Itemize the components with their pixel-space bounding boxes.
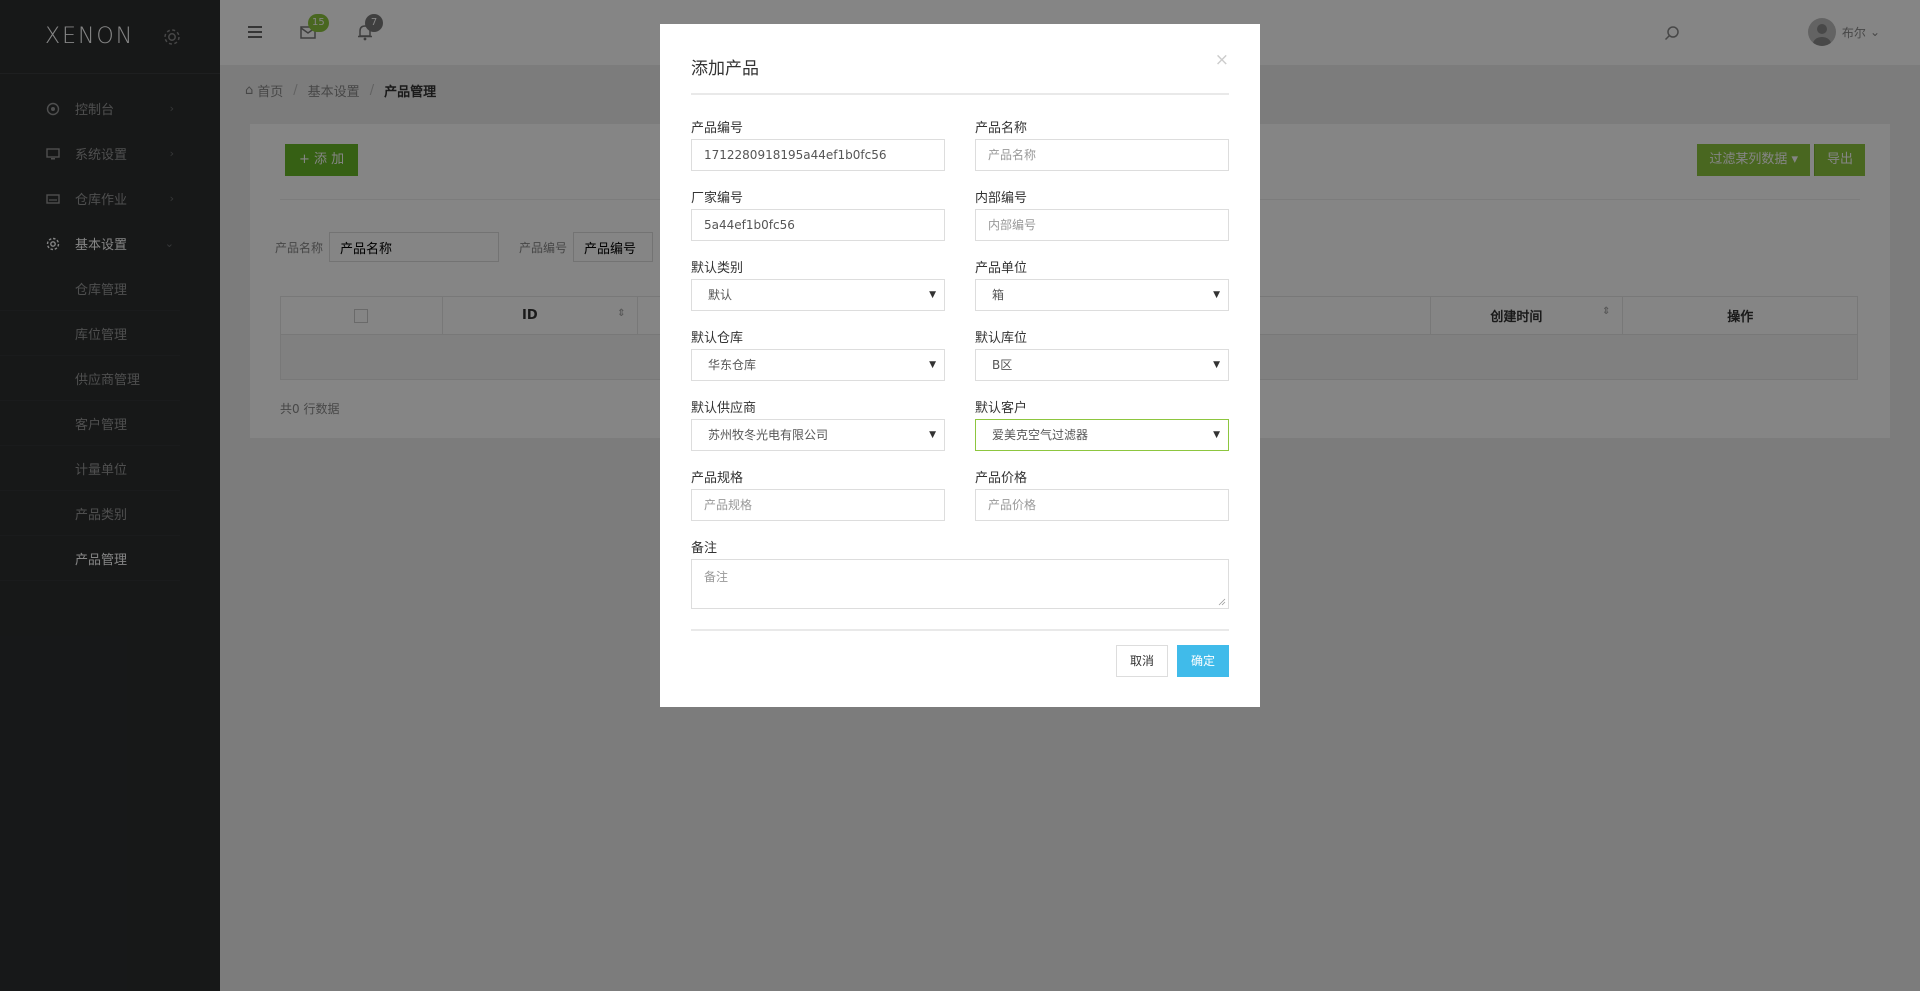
field-label: 默认仓库 <box>691 331 744 346</box>
price-input[interactable]: 产品价格 <box>975 489 1229 521</box>
field-supplier: 默认供应商 苏州牧冬光电有限公司 ▼ <box>691 397 945 451</box>
factory-code-input[interactable]: 5a44ef1b0fc56 <box>691 209 945 241</box>
field-location: 默认库位 B区 ▼ <box>975 327 1229 381</box>
field-label: 备注 <box>691 541 718 556</box>
product-code-input[interactable]: 1712280918195a44ef1b0fc56 <box>691 139 945 171</box>
field-label: 默认类别 <box>691 261 744 276</box>
field-spec: 产品规格 产品规格 <box>691 467 945 521</box>
modal-header: 添加产品 × <box>691 24 1229 95</box>
field-label: 默认客户 <box>975 401 1028 416</box>
field-label: 产品编号 <box>691 121 744 136</box>
location-select[interactable]: B区 ▼ <box>975 349 1229 381</box>
field-label: 产品名称 <box>975 121 1028 136</box>
field-unit: 产品单位 箱 ▼ <box>975 257 1229 311</box>
supplier-select[interactable]: 苏州牧冬光电有限公司 ▼ <box>691 419 945 451</box>
field-category: 默认类别 默认 ▼ <box>691 257 945 311</box>
product-name-input[interactable]: 产品名称 <box>975 139 1229 171</box>
field-label: 产品价格 <box>975 471 1028 486</box>
close-icon[interactable]: × <box>1215 50 1229 70</box>
cancel-button[interactable]: 取消 <box>1116 645 1168 677</box>
field-internal-code: 内部编号 内部编号 <box>975 187 1229 241</box>
resize-grip-icon[interactable] <box>1218 598 1226 606</box>
confirm-button[interactable]: 确定 <box>1177 645 1229 677</box>
field-label: 默认供应商 <box>691 401 757 416</box>
field-price: 产品价格 产品价格 <box>975 467 1229 521</box>
remark-textarea[interactable]: 备注 <box>691 559 1229 609</box>
field-product-name: 产品名称 产品名称 <box>975 117 1229 171</box>
spec-input[interactable]: 产品规格 <box>691 489 945 521</box>
dropdown-arrow-icon: ▼ <box>1213 430 1220 440</box>
field-product-code: 产品编号 1712280918195a44ef1b0fc56 <box>691 117 945 171</box>
dropdown-arrow-icon: ▼ <box>1213 290 1220 300</box>
modal-footer-divider <box>691 629 1229 631</box>
warehouse-select[interactable]: 华东仓库 ▼ <box>691 349 945 381</box>
field-label: 内部编号 <box>975 191 1028 206</box>
field-remark: 备注 <box>691 537 945 559</box>
field-label: 默认库位 <box>975 331 1028 346</box>
field-label: 产品单位 <box>975 261 1028 276</box>
modal-title: 添加产品 <box>691 59 759 79</box>
field-factory-code: 厂家编号 5a44ef1b0fc56 <box>691 187 945 241</box>
field-customer: 默认客户 爱美克空气过滤器 ▼ <box>975 397 1229 451</box>
dropdown-arrow-icon: ▼ <box>929 290 936 300</box>
field-label: 厂家编号 <box>691 191 744 206</box>
unit-select[interactable]: 箱 ▼ <box>975 279 1229 311</box>
customer-select[interactable]: 爱美克空气过滤器 ▼ <box>975 419 1229 451</box>
category-select[interactable]: 默认 ▼ <box>691 279 945 311</box>
internal-code-input[interactable]: 内部编号 <box>975 209 1229 241</box>
dropdown-arrow-icon: ▼ <box>929 430 936 440</box>
dropdown-arrow-icon: ▼ <box>1213 360 1220 370</box>
dropdown-arrow-icon: ▼ <box>929 360 936 370</box>
field-warehouse: 默认仓库 华东仓库 ▼ <box>691 327 945 381</box>
add-product-modal: 添加产品 × 产品编号 1712280918195a44ef1b0fc56 产品… <box>660 24 1260 707</box>
field-label: 产品规格 <box>691 471 744 486</box>
